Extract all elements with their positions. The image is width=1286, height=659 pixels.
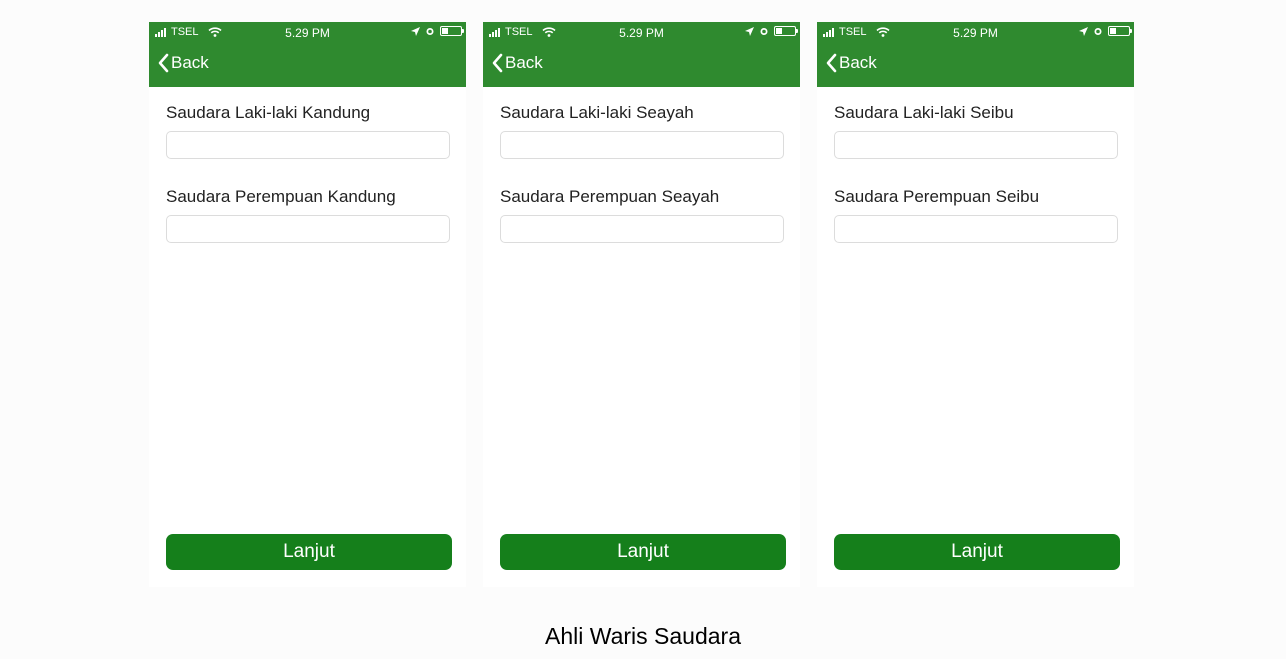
status-right <box>1079 26 1132 36</box>
phone-screen-seayah: TSEL 5.29 PM Back Saudara Laki-laki Seay… <box>483 22 800 587</box>
back-button[interactable]: Back <box>491 53 543 73</box>
alarm-icon <box>426 28 434 35</box>
battery-level <box>776 28 782 34</box>
chevron-left-icon <box>158 53 169 73</box>
field-label-laki-laki-seibu: Saudara Laki-laki Seibu <box>834 103 1014 122</box>
location-icon <box>745 26 754 36</box>
location-icon <box>1079 26 1088 36</box>
back-label: Back <box>171 53 209 72</box>
battery-icon <box>1108 26 1132 36</box>
back-label: Back <box>505 53 543 72</box>
lanjut-button[interactable]: Lanjut <box>166 534 452 570</box>
battery-icon <box>774 26 798 36</box>
phone-screen-seibu: TSEL 5.29 PM Back Saudara Laki-laki Seib… <box>817 22 1134 587</box>
back-button[interactable]: Back <box>157 53 209 73</box>
input-perempuan-seibu[interactable] <box>834 215 1118 243</box>
input-laki-laki-seayah[interactable] <box>500 131 784 159</box>
figure-caption: Ahli Waris Saudara <box>544 623 741 649</box>
input-perempuan-kandung[interactable] <box>166 215 450 243</box>
field-label-perempuan-seibu: Saudara Perempuan Seibu <box>834 187 1040 206</box>
status-right <box>411 26 464 36</box>
field-label-laki-laki-seayah: Saudara Laki-laki Seayah <box>500 103 694 122</box>
phone-screen-kandung: TSEL 5.29 PM Back Saudara Laki-laki Kand… <box>149 22 466 587</box>
field-label-laki-laki-kandung: Saudara Laki-laki Kandung <box>166 103 371 122</box>
battery-icon <box>440 26 464 36</box>
back-label: Back <box>839 53 877 72</box>
back-button[interactable]: Back <box>825 53 877 73</box>
field-label-perempuan-seayah: Saudara Perempuan Seayah <box>500 187 720 206</box>
input-laki-laki-seibu[interactable] <box>834 131 1118 159</box>
nav-bar: Back <box>149 44 466 87</box>
input-perempuan-seayah[interactable] <box>500 215 784 243</box>
nav-bar: Back <box>817 44 1134 87</box>
lanjut-button[interactable]: Lanjut <box>834 534 1120 570</box>
status-bar: TSEL 5.29 PM <box>483 22 800 44</box>
alarm-icon <box>1094 28 1102 35</box>
battery-level <box>1110 28 1116 34</box>
battery-level <box>442 28 448 34</box>
input-laki-laki-kandung[interactable] <box>166 131 450 159</box>
location-icon <box>411 26 420 36</box>
status-right <box>745 26 798 36</box>
nav-bar: Back <box>483 44 800 87</box>
alarm-icon <box>760 28 768 35</box>
lanjut-button[interactable]: Lanjut <box>500 534 786 570</box>
status-bar: TSEL 5.29 PM <box>817 22 1134 44</box>
chevron-left-icon <box>492 53 503 73</box>
field-label-perempuan-kandung: Saudara Perempuan Kandung <box>166 187 396 206</box>
status-bar: TSEL 5.29 PM <box>149 22 466 44</box>
chevron-left-icon <box>826 53 837 73</box>
